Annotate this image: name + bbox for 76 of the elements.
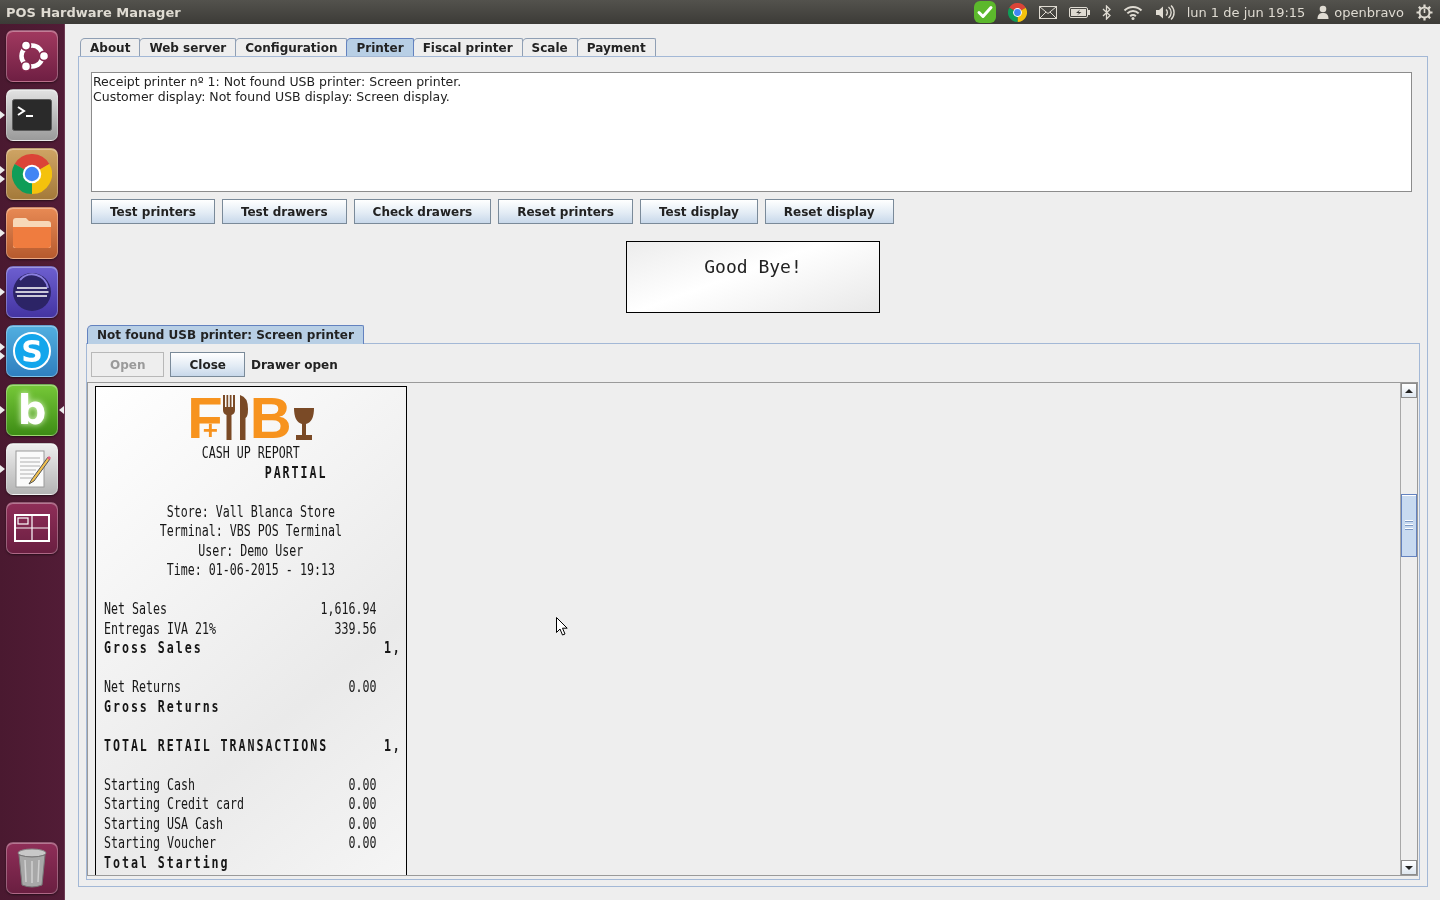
receipt-total-label: Total Starting: [104, 852, 231, 872]
receipt-total-amount: 1,: [383, 735, 403, 755]
launcher-button[interactable]: [6, 89, 58, 141]
trash-icon: [16, 848, 48, 888]
receipt-amount: 0.00: [348, 677, 377, 697]
bluetooth-icon[interactable]: [1101, 4, 1111, 20]
document-pencil-icon: [12, 449, 52, 489]
mouse-pointer-icon: [556, 617, 568, 636]
scroll-up-button[interactable]: [1401, 383, 1417, 398]
receipt-amount: 0.00: [348, 833, 377, 853]
scrollbar-thumb[interactable]: [1401, 494, 1417, 557]
action-button[interactable]: Reset display: [764, 199, 894, 224]
action-button[interactable]: Test drawers: [221, 199, 347, 224]
receipt-label: Starting Voucher: [104, 833, 217, 853]
tab[interactable]: Configuration: [235, 38, 348, 56]
receipt-label: Entregas IVA 21%: [104, 618, 217, 638]
tab[interactable]: Payment: [576, 38, 656, 56]
volume-icon[interactable]: [1154, 4, 1175, 20]
tab[interactable]: About: [80, 38, 141, 56]
receipt-label: Net Returns: [104, 677, 182, 697]
action-button[interactable]: Test printers: [91, 199, 215, 224]
fork-icon: [221, 395, 236, 440]
receipt-label: Net Sales: [104, 599, 168, 619]
receipt-text: Time: 01-06-2015 - 19:13: [166, 560, 335, 579]
drawer-status: Drawer open: [250, 357, 338, 372]
log-text-area[interactable]: Receipt printer nº 1: Not found USB printer: Screen printer. Customer display: Not found USB display: Screen display.: [91, 72, 1412, 192]
battery-icon[interactable]: [1068, 6, 1090, 18]
receipt-total-label: Gross Returns: [104, 696, 222, 716]
tab[interactable]: Printer: [346, 38, 414, 56]
wifi-icon[interactable]: [1122, 4, 1143, 20]
launcher-button[interactable]: [6, 266, 58, 318]
receipt-label: Starting Credit card: [104, 794, 245, 814]
window-title: POS Hardware Manager: [6, 4, 181, 20]
mail-icon[interactable]: [1038, 5, 1057, 19]
receipt-amount: 339.56: [334, 618, 377, 638]
gear-icon[interactable]: [1416, 3, 1433, 21]
launcher-button[interactable]: [6, 842, 58, 894]
receipt-amount: 0.00: [348, 813, 377, 833]
action-button[interactable]: Check drawers: [353, 199, 492, 224]
caret-up-icon: [1405, 388, 1413, 393]
receipt-text: Terminal: VBS POS Terminal: [159, 521, 342, 540]
check-badge-icon[interactable]: [973, 1, 996, 23]
launcher-button[interactable]: [6, 443, 58, 495]
folder-icon: [12, 217, 52, 249]
receipt-label: Starting Cash: [104, 774, 196, 794]
scroll-down-button[interactable]: [1401, 860, 1417, 875]
receipt-total-amount: 1,: [383, 638, 403, 658]
sphere-icon: [12, 272, 52, 312]
window-grid-icon: [14, 514, 50, 542]
receipt-total-label: TOTAL RETAIL TRANSACTIONS: [104, 735, 330, 755]
clock[interactable]: lun 1 de jun 19:15: [1186, 4, 1306, 20]
receipt-text: Store: Vall Blanca Store: [166, 501, 335, 521]
receipt-label: Starting USA Cash: [104, 813, 224, 833]
tab[interactable]: Not found USB printer: Screen printer: [87, 325, 364, 344]
launcher-button[interactable]: [6, 502, 58, 554]
browser-icon: [12, 154, 52, 194]
user-name[interactable]: openbravo: [1334, 4, 1404, 20]
receipt-amount: 1,616.94: [320, 599, 377, 619]
terminal-icon: [12, 99, 52, 131]
vertical-scrollbar[interactable]: [1400, 383, 1417, 875]
receipt-text: User: Demo User: [198, 540, 304, 560]
caret-down-icon: [1405, 865, 1413, 870]
receipt-total-label: Gross Sales: [104, 638, 204, 658]
action-button[interactable]: Reset printers: [498, 199, 633, 224]
logo-letter: B: [249, 395, 292, 440]
receipt-amount: 0.00: [348, 794, 377, 814]
customer-display: Good Bye!: [626, 241, 880, 313]
receipt-heading: PARTIAL: [264, 462, 328, 482]
action-button[interactable]: Test display: [639, 199, 758, 224]
browser-icon[interactable]: [1007, 2, 1027, 22]
tab[interactable]: Fiscal printer: [412, 38, 523, 56]
user-icon[interactable]: [1317, 5, 1330, 19]
receipt-amount: 0.00: [348, 774, 377, 794]
action-button[interactable]: Close: [170, 352, 245, 377]
receipt-text: CASH UP REPORT: [201, 443, 300, 462]
launcher-button[interactable]: [6, 30, 58, 82]
